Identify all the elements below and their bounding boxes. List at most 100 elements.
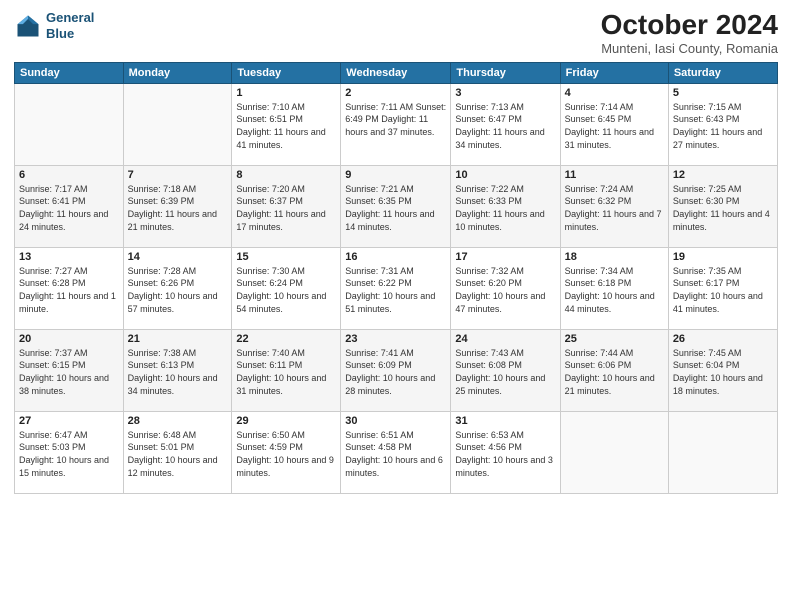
calendar-day-cell: 30Sunrise: 6:51 AM Sunset: 4:58 PM Dayli… — [341, 411, 451, 493]
day-info: Sunrise: 7:40 AM Sunset: 6:11 PM Dayligh… — [236, 347, 336, 397]
logo-line1: General — [46, 10, 94, 25]
day-number: 30 — [345, 415, 446, 427]
logo: General Blue — [14, 10, 94, 41]
title-block: October 2024 Munteni, Iasi County, Roman… — [601, 10, 778, 56]
day-number: 19 — [673, 251, 773, 263]
day-info: Sunrise: 7:32 AM Sunset: 6:20 PM Dayligh… — [455, 265, 555, 315]
day-info: Sunrise: 7:10 AM Sunset: 6:51 PM Dayligh… — [236, 101, 336, 151]
day-number: 14 — [128, 251, 228, 263]
day-info: Sunrise: 7:45 AM Sunset: 6:04 PM Dayligh… — [673, 347, 773, 397]
day-info: Sunrise: 7:21 AM Sunset: 6:35 PM Dayligh… — [345, 183, 446, 233]
day-info: Sunrise: 7:22 AM Sunset: 6:33 PM Dayligh… — [455, 183, 555, 233]
calendar-day-cell: 28 Sunrise: 6:48 AM Sunset: 5:01 PM Dayli… — [123, 411, 232, 493]
day-number: 25 — [565, 333, 664, 345]
day-number: 31 — [455, 415, 555, 427]
calendar-day-cell: 1 Sunrise: 7:10 AM Sunset: 6:51 PM Daylig… — [232, 83, 341, 165]
day-number: 28 — [128, 415, 228, 427]
day-info: Sunrise: 7:44 AM Sunset: 6:06 PM Dayligh… — [565, 347, 664, 397]
calendar-day-cell: 17 Sunrise: 7:32 AM Sunset: 6:20 PM Dayli… — [451, 247, 560, 329]
calendar-day-header: Wednesday — [341, 62, 451, 83]
calendar-day-header: Sunday — [15, 62, 124, 83]
day-number: 22 — [236, 333, 336, 345]
calendar-day-cell: 18 Sunrise: 7:34 AM Sunset: 6:18 PM Dayli… — [560, 247, 668, 329]
day-number: 17 — [455, 251, 555, 263]
calendar-day-cell: 9 Sunrise: 7:21 AM Sunset: 6:35 PM Daylig… — [341, 165, 451, 247]
day-info: Sunrise: 7:35 AM Sunset: 6:17 PM Dayligh… — [673, 265, 773, 315]
calendar-header-row: SundayMondayTuesdayWednesdayThursdayFrid… — [15, 62, 778, 83]
day-info: Sunrise: 7:38 AM Sunset: 6:13 PM Dayligh… — [128, 347, 228, 397]
calendar-day-cell: 5Sunrise: 7:15 AM Sunset: 6:43 PM Daylig… — [668, 83, 777, 165]
calendar-day-cell: 6 Sunrise: 7:17 AM Sunset: 6:41 PM Daylig… — [15, 165, 124, 247]
calendar-day-cell: 16 Sunrise: 7:31 AM Sunset: 6:22 PM Dayli… — [341, 247, 451, 329]
day-number: 24 — [455, 333, 555, 345]
calendar-day-cell: 29Sunrise: 6:50 AM Sunset: 4:59 PM Dayli… — [232, 411, 341, 493]
day-info: Sunrise: 6:48 AM Sunset: 5:01 PM Dayligh… — [128, 429, 228, 479]
calendar-day-cell: 3Sunrise: 7:13 AM Sunset: 6:47 PM Daylig… — [451, 83, 560, 165]
day-info: Sunrise: 7:11 AM Sunset: 6:49 PM Dayligh… — [345, 101, 446, 139]
calendar-day-cell — [560, 411, 668, 493]
day-info: Sunrise: 6:47 AM Sunset: 5:03 PM Dayligh… — [19, 429, 119, 479]
calendar-day-header: Saturday — [668, 62, 777, 83]
calendar-week-row: 27 Sunrise: 6:47 AM Sunset: 5:03 PM Dayli… — [15, 411, 778, 493]
calendar-day-cell: 10 Sunrise: 7:22 AM Sunset: 6:33 PM Dayli… — [451, 165, 560, 247]
calendar-day-cell: 19 Sunrise: 7:35 AM Sunset: 6:17 PM Dayli… — [668, 247, 777, 329]
day-info: Sunrise: 6:53 AM Sunset: 4:56 PM Dayligh… — [455, 429, 555, 479]
day-info: Sunrise: 7:14 AM Sunset: 6:45 PM Dayligh… — [565, 101, 664, 151]
day-info: Sunrise: 7:37 AM Sunset: 6:15 PM Dayligh… — [19, 347, 119, 397]
logo-text: General Blue — [46, 10, 94, 41]
day-number: 6 — [19, 169, 119, 181]
calendar-day-cell: 25 Sunrise: 7:44 AM Sunset: 6:06 PM Dayli… — [560, 329, 668, 411]
calendar-day-cell: 20 Sunrise: 7:37 AM Sunset: 6:15 PM Dayli… — [15, 329, 124, 411]
day-number: 20 — [19, 333, 119, 345]
calendar-day-cell — [15, 83, 124, 165]
calendar-day-cell: 22 Sunrise: 7:40 AM Sunset: 6:11 PM Dayli… — [232, 329, 341, 411]
calendar-day-cell: 8 Sunrise: 7:20 AM Sunset: 6:37 PM Daylig… — [232, 165, 341, 247]
calendar-day-cell: 26 Sunrise: 7:45 AM Sunset: 6:04 PM Dayli… — [668, 329, 777, 411]
calendar-day-cell: 23Sunrise: 7:41 AM Sunset: 6:09 PM Dayli… — [341, 329, 451, 411]
day-number: 13 — [19, 251, 119, 263]
calendar-day-cell: 27 Sunrise: 6:47 AM Sunset: 5:03 PM Dayli… — [15, 411, 124, 493]
logo-icon — [14, 12, 42, 40]
logo-line2: Blue — [46, 26, 74, 41]
calendar-day-cell: 21Sunrise: 7:38 AM Sunset: 6:13 PM Dayli… — [123, 329, 232, 411]
calendar-day-cell — [668, 411, 777, 493]
calendar-day-cell: 13Sunrise: 7:27 AM Sunset: 6:28 PM Dayli… — [15, 247, 124, 329]
calendar-day-cell — [123, 83, 232, 165]
day-info: Sunrise: 7:20 AM Sunset: 6:37 PM Dayligh… — [236, 183, 336, 233]
calendar-week-row: 20 Sunrise: 7:37 AM Sunset: 6:15 PM Dayli… — [15, 329, 778, 411]
day-info: Sunrise: 7:28 AM Sunset: 6:26 PM Dayligh… — [128, 265, 228, 315]
day-number: 29 — [236, 415, 336, 427]
month-title: October 2024 — [601, 10, 778, 41]
day-info: Sunrise: 7:18 AM Sunset: 6:39 PM Dayligh… — [128, 183, 228, 233]
calendar-day-cell: 24 Sunrise: 7:43 AM Sunset: 6:08 PM Dayli… — [451, 329, 560, 411]
calendar-day-header: Tuesday — [232, 62, 341, 83]
calendar-day-cell: 11Sunrise: 7:24 AM Sunset: 6:32 PM Dayli… — [560, 165, 668, 247]
day-number: 16 — [345, 251, 446, 263]
day-number: 2 — [345, 87, 446, 99]
day-number: 10 — [455, 169, 555, 181]
calendar-day-cell: 2 Sunrise: 7:11 AM Sunset: 6:49 PM Daylig… — [341, 83, 451, 165]
day-number: 18 — [565, 251, 664, 263]
day-info: Sunrise: 7:17 AM Sunset: 6:41 PM Dayligh… — [19, 183, 119, 233]
day-number: 15 — [236, 251, 336, 263]
calendar-day-cell: 4 Sunrise: 7:14 AM Sunset: 6:45 PM Daylig… — [560, 83, 668, 165]
calendar-week-row: 13Sunrise: 7:27 AM Sunset: 6:28 PM Dayli… — [15, 247, 778, 329]
calendar-day-cell: 14 Sunrise: 7:28 AM Sunset: 6:26 PM Dayli… — [123, 247, 232, 329]
calendar-table: SundayMondayTuesdayWednesdayThursdayFrid… — [14, 62, 778, 494]
day-number: 27 — [19, 415, 119, 427]
day-info: Sunrise: 7:31 AM Sunset: 6:22 PM Dayligh… — [345, 265, 446, 315]
day-info: Sunrise: 7:25 AM Sunset: 6:30 PM Dayligh… — [673, 183, 773, 233]
calendar-day-cell: 7Sunrise: 7:18 AM Sunset: 6:39 PM Daylig… — [123, 165, 232, 247]
day-info: Sunrise: 7:34 AM Sunset: 6:18 PM Dayligh… — [565, 265, 664, 315]
day-number: 4 — [565, 87, 664, 99]
calendar-week-row: 1 Sunrise: 7:10 AM Sunset: 6:51 PM Daylig… — [15, 83, 778, 165]
location: Munteni, Iasi County, Romania — [601, 41, 778, 56]
day-number: 1 — [236, 87, 336, 99]
day-number: 9 — [345, 169, 446, 181]
day-info: Sunrise: 7:43 AM Sunset: 6:08 PM Dayligh… — [455, 347, 555, 397]
day-info: Sunrise: 7:30 AM Sunset: 6:24 PM Dayligh… — [236, 265, 336, 315]
day-number: 3 — [455, 87, 555, 99]
day-info: Sunrise: 7:15 AM Sunset: 6:43 PM Dayligh… — [673, 101, 773, 151]
day-number: 26 — [673, 333, 773, 345]
day-number: 8 — [236, 169, 336, 181]
